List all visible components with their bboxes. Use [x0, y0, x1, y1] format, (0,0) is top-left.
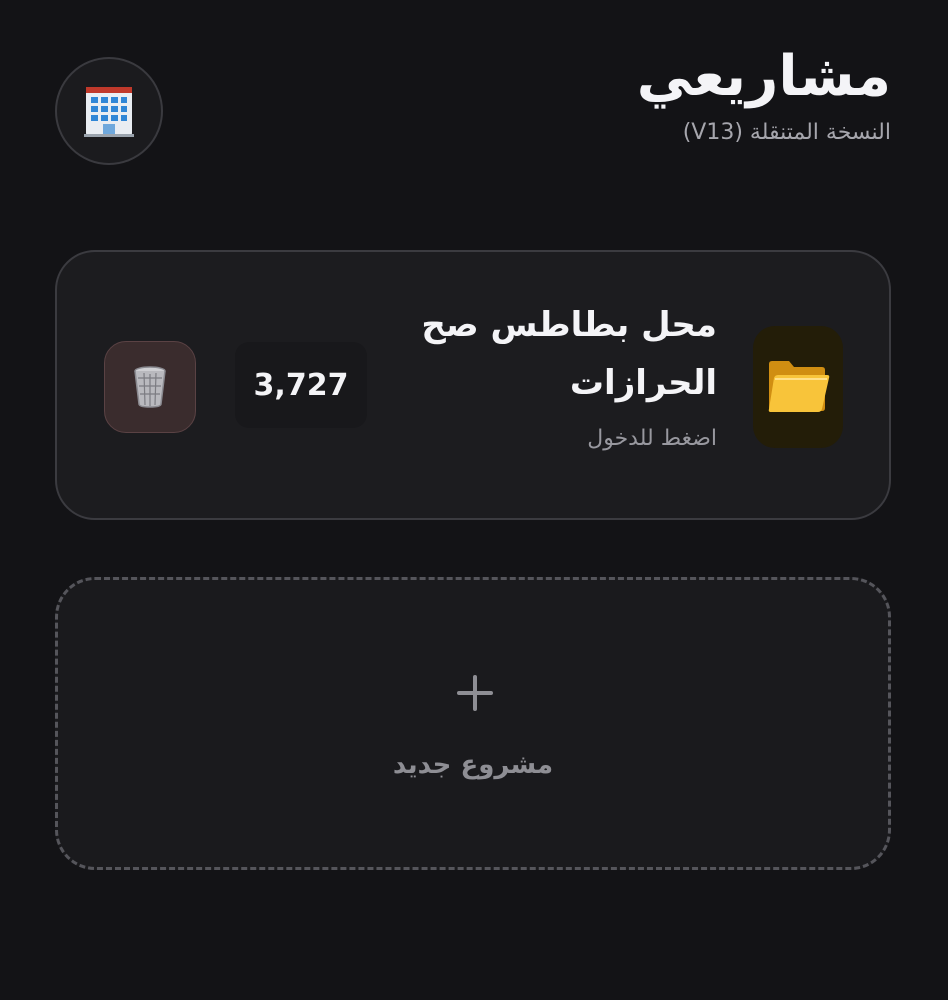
project-card[interactable]: محل بطاطس صح الحرازات اضغط للدخول 3,727 — [55, 250, 891, 520]
folder-icon — [768, 361, 830, 412]
new-project-button[interactable]: مشروع جديد — [55, 577, 891, 870]
page-subtitle: النسخة المتنقلة (V13) — [682, 120, 891, 145]
trash-icon — [134, 366, 166, 408]
page-title: مشاريعي — [636, 44, 891, 109]
header: مشاريعي النسخة المتنقلة (V13) — [55, 40, 891, 180]
project-hint: اضغط للدخول — [587, 426, 717, 451]
building-button[interactable] — [55, 57, 163, 165]
new-project-label: مشروع جديد — [392, 750, 554, 780]
project-info: محل بطاطس صح الحرازات اضغط للدخول — [357, 296, 717, 451]
title-block: مشاريعي النسخة المتنقلة (V13) — [637, 40, 891, 145]
project-count-badge: 3,727 — [235, 342, 367, 428]
project-name: محل بطاطس صح الحرازات — [421, 305, 717, 403]
delete-project-button[interactable] — [104, 341, 196, 433]
plus-icon — [457, 675, 493, 711]
folder-icon-wrapper — [753, 326, 843, 448]
building-icon — [84, 87, 134, 137]
